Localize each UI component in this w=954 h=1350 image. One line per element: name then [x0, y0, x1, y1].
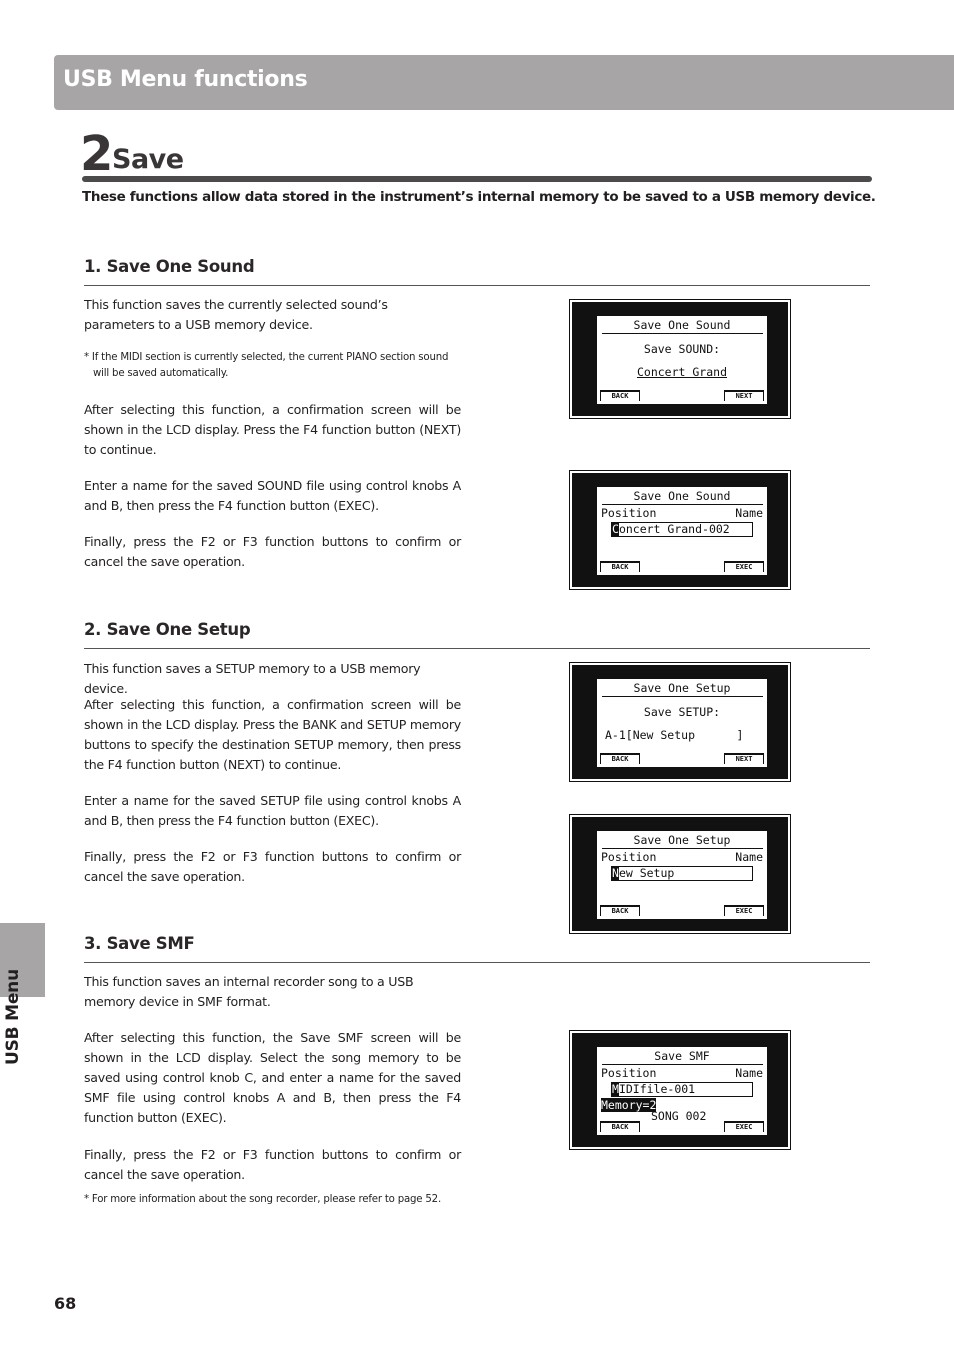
lcd-exec-button: EXEC: [724, 905, 764, 916]
lcd-prompt: Save SETUP:: [643, 705, 721, 719]
lcd-cursor: C: [612, 522, 619, 536]
lcd-field-text: IDIfile-001: [618, 1082, 696, 1096]
lcd-field-text: oncert Grand-002: [618, 522, 730, 536]
footnote-line: * If the MIDI section is currently selec…: [84, 352, 449, 363]
side-section-label: USB Menu: [3, 969, 23, 1065]
lcd-divider: [602, 504, 763, 505]
lcd-screenshot: Save One Setup Save SETUP: A-1[New Setup…: [569, 662, 791, 782]
paragraph: Enter a name for the saved SETUP file us…: [84, 793, 461, 828]
paragraph: Finally, press the F2 or F3 function but…: [84, 534, 461, 569]
lcd-title: Save One Sound: [633, 489, 731, 503]
lcd-exec-button: EXEC: [724, 1121, 764, 1132]
lcd-name-field: New Setup: [611, 866, 753, 881]
footnote-line: will be saved automatically.: [93, 368, 229, 379]
paragraph: After selecting this function, a confirm…: [84, 402, 461, 457]
lcd-name-label: Name: [735, 506, 763, 520]
lcd-divider: [602, 1064, 763, 1065]
section-divider: [84, 962, 870, 963]
lcd-back-button: BACK: [600, 905, 640, 916]
paragraph: This function saves a SETUP memory to a …: [84, 661, 421, 696]
lcd-divider: [602, 696, 763, 697]
lcd-title: Save One Setup: [633, 681, 731, 695]
lcd-name-label: Name: [735, 1066, 763, 1080]
lcd-title: Save One Setup: [633, 833, 731, 847]
lcd-back-button: BACK: [600, 1121, 640, 1132]
lcd-back-button: BACK: [600, 753, 640, 764]
section-title-save-one-setup: 2. Save One Setup: [84, 620, 251, 639]
lcd-screenshot: Save SMF Position Name MIDIfile-001 Memo…: [569, 1030, 791, 1150]
footnote: * For more information about the song re…: [84, 1194, 441, 1205]
lcd-sound-name: Concert Grand: [636, 365, 727, 379]
section-divider: [84, 285, 870, 286]
lcd-title: Save SMF: [654, 1049, 710, 1063]
paragraph: After selecting this function, a confirm…: [84, 697, 461, 772]
lcd-next-button: NEXT: [724, 390, 764, 401]
lcd-divider: [602, 333, 763, 334]
paragraph: Finally, press the F2 or F3 function but…: [84, 1147, 461, 1182]
lcd-name-label: Name: [735, 850, 763, 864]
lcd-song-name: SONG 002: [651, 1109, 707, 1123]
section-title-save-one-sound: 1. Save One Sound: [84, 257, 255, 276]
paragraph: Enter a name for the saved SOUND file us…: [84, 478, 461, 513]
lcd-screenshot: Save One Setup Position Name New Setup B…: [569, 814, 791, 934]
lcd-title: Save One Sound: [633, 318, 731, 332]
lcd-cursor: M: [612, 1082, 619, 1096]
paragraph: This function saves the currently select…: [84, 297, 388, 332]
lcd-position-label: Position: [601, 850, 657, 864]
lcd-exec-button: EXEC: [724, 561, 764, 572]
chapter-divider: [82, 176, 872, 182]
paragraph: After selecting this function, the Save …: [84, 1030, 461, 1125]
chapter-title: Save: [112, 144, 184, 175]
lcd-screenshot: Save One Sound Position Name Concert Gra…: [569, 470, 791, 590]
lcd-name-field: Concert Grand-002: [611, 522, 753, 537]
section-divider: [84, 648, 870, 649]
section-title-save-smf: 3. Save SMF: [84, 934, 195, 953]
chapter-number: 2: [80, 126, 113, 182]
lcd-divider: [602, 848, 763, 849]
lcd-name-field: MIDIfile-001: [611, 1082, 753, 1097]
chapter-banner: USB Menu functions: [54, 55, 954, 110]
lcd-memory-selector: Memory=2: [601, 1098, 657, 1112]
paragraph: Finally, press the F2 or F3 function but…: [84, 849, 461, 884]
lcd-cursor: N: [612, 866, 619, 880]
lcd-back-button: BACK: [600, 561, 640, 572]
lcd-back-button: BACK: [600, 390, 640, 401]
chapter-intro: These functions allow data stored in the…: [82, 189, 876, 205]
lcd-position-label: Position: [601, 506, 657, 520]
lcd-screenshot: Save One Sound Save SOUND: Concert Grand…: [569, 299, 791, 419]
lcd-position-label: Position: [601, 1066, 657, 1080]
lcd-next-button: NEXT: [724, 753, 764, 764]
footnote: * If the MIDI section is currently selec…: [84, 350, 464, 382]
paragraph: This function saves an internal recorder…: [84, 974, 414, 1009]
lcd-prompt: Save SOUND:: [643, 342, 721, 356]
lcd-field-text: ew Setup: [618, 866, 675, 880]
banner-title: USB Menu functions: [63, 67, 308, 92]
lcd-setup-name: A-1[New Setup ]: [605, 728, 744, 742]
page-number: 68: [54, 1294, 77, 1313]
